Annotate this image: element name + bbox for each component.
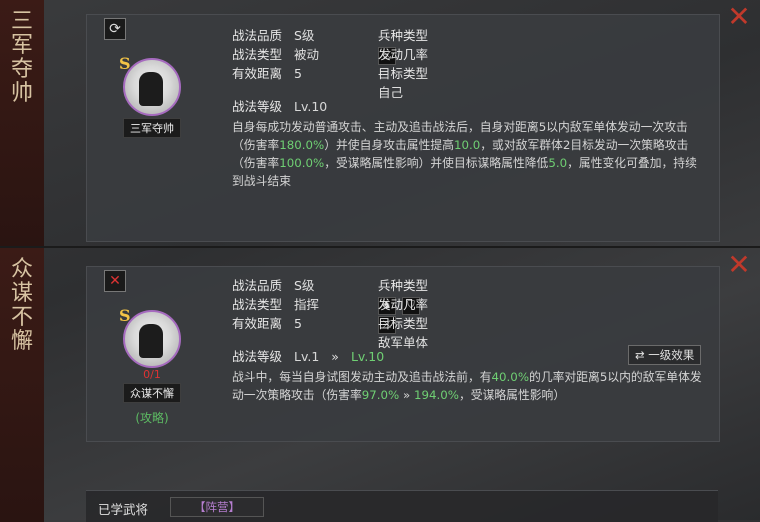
highlight-value: 5.0 [548,156,568,170]
quality-value: S级 [293,278,315,293]
desc-text: 战斗中，每当自身试图发动主动及追击战法前，有 [232,370,492,384]
range-label: 有效距离 [232,66,283,81]
skill-description: 战斗中，每当自身试图发动主动及追击战法前，有40.0%的几率对距离5以内的敌军单… [232,368,704,404]
range-label: 有效距离 [232,316,283,331]
avatar: S [119,306,181,368]
learned-label: 已学武将 [98,502,149,517]
skill-info: 战法品质 S级 兵种类型 ⤯ 战法类型 被动 发动几率 -- 有效距离 5 目标… [232,26,428,100]
type-value: 指挥 [293,297,319,312]
level-value: Lv.1 [293,349,320,364]
type-value: 被动 [293,47,319,62]
skill-panel-1: 三军夺帅 ✕ ⟳ S 三军夺帅 战法品质 S级 兵种类型 ⤯ 战法类型 被动 发… [0,0,760,246]
level-row: 战法等级 Lv.10 [232,96,327,115]
effect-toggle-button[interactable]: ⇄ 一级效果 [628,345,702,365]
rate-label: 发动几率 [378,297,429,312]
level-value: Lv.10 [293,99,328,114]
learned-generals-bar: 已学武将 【阵营】 [86,490,718,522]
desc-text: » [399,388,414,402]
level-next: Lv.10 [350,349,385,364]
faction-tag[interactable]: 【阵营】 [170,497,264,517]
grade-badge: S [119,54,131,73]
type-label: 战法类型 [232,47,283,62]
close-icon[interactable]: ✕ [726,3,752,31]
skill-side-title: 三军夺帅 [10,9,33,106]
type-label: 战法类型 [232,297,283,312]
level-row: 战法等级 Lv.1 » Lv.10 [232,346,384,365]
range-value: 5 [293,66,302,81]
quality-value: S级 [293,28,315,43]
target-value: 敌军单体 [378,335,429,350]
grade-badge: S [119,306,131,325]
skill-name-tag: 众谋不懈 [123,383,181,403]
skill-name-tag: 三军夺帅 [123,118,181,138]
skill-info: 战法品质 S级 兵种类型 ♞ ⛉⤯ 战法类型 指挥 发动几率 -- 有效距离 5 … [232,276,428,350]
side-strip: 三军夺帅 [0,0,44,246]
skill-description: 自身每成功发动普通攻击、主动及追击战法后，自身对距离5以内敌军单体发动一次攻击（… [232,118,704,190]
highlight-value: 180.0% [279,138,325,152]
desc-text: ）并使自身攻击属性提高 [324,138,454,152]
remove-icon[interactable]: ✕ [104,270,126,292]
refresh-icon[interactable]: ⟳ [104,18,126,40]
skill-panel-2: 众谋不懈 ✕ ✕ S 0/1 众谋不懈 (攻略) 战法品质 S级 兵种类型 ♞ ⛉… [0,246,760,522]
arm-label: 兵种类型 [378,278,429,293]
skill-avatar: S 三军夺帅 [119,54,184,138]
target-label: 目标类型 [378,316,429,331]
warrior-figure-icon [139,72,163,106]
highlight-value: 97.0% [361,388,400,402]
desc-text: ，受谋略属性影响）并使目标谋略属性降低 [324,156,549,170]
use-count: 0/1 [143,368,161,381]
highlight-value: 100.0% [279,156,325,170]
target-value: 自己 [378,85,404,100]
highlight-value: 194.0% [413,388,459,402]
level-label: 战法等级 [232,99,283,114]
highlight-value: 10.0 [453,138,481,152]
level-label: 战法等级 [232,349,283,364]
range-value: 5 [293,316,302,331]
quality-label: 战法品质 [232,28,283,43]
skill-avatar: S 0/1 众谋不懈 (攻略) [119,306,184,426]
rate-label: 发动几率 [378,47,429,62]
skill-category: (攻略) [135,411,169,425]
warrior-figure-icon [139,324,163,358]
side-strip: 众谋不懈 [0,248,44,522]
arm-label: 兵种类型 [378,28,429,43]
close-icon[interactable]: ✕ [726,251,752,279]
highlight-value: 40.0% [491,370,530,384]
skill-side-title: 众谋不懈 [10,257,33,354]
quality-label: 战法品质 [232,278,283,293]
avatar: S [119,54,181,116]
level-arrow: » [331,349,339,364]
target-label: 目标类型 [378,66,429,81]
desc-text: ，受谋略属性影响） [458,388,566,402]
